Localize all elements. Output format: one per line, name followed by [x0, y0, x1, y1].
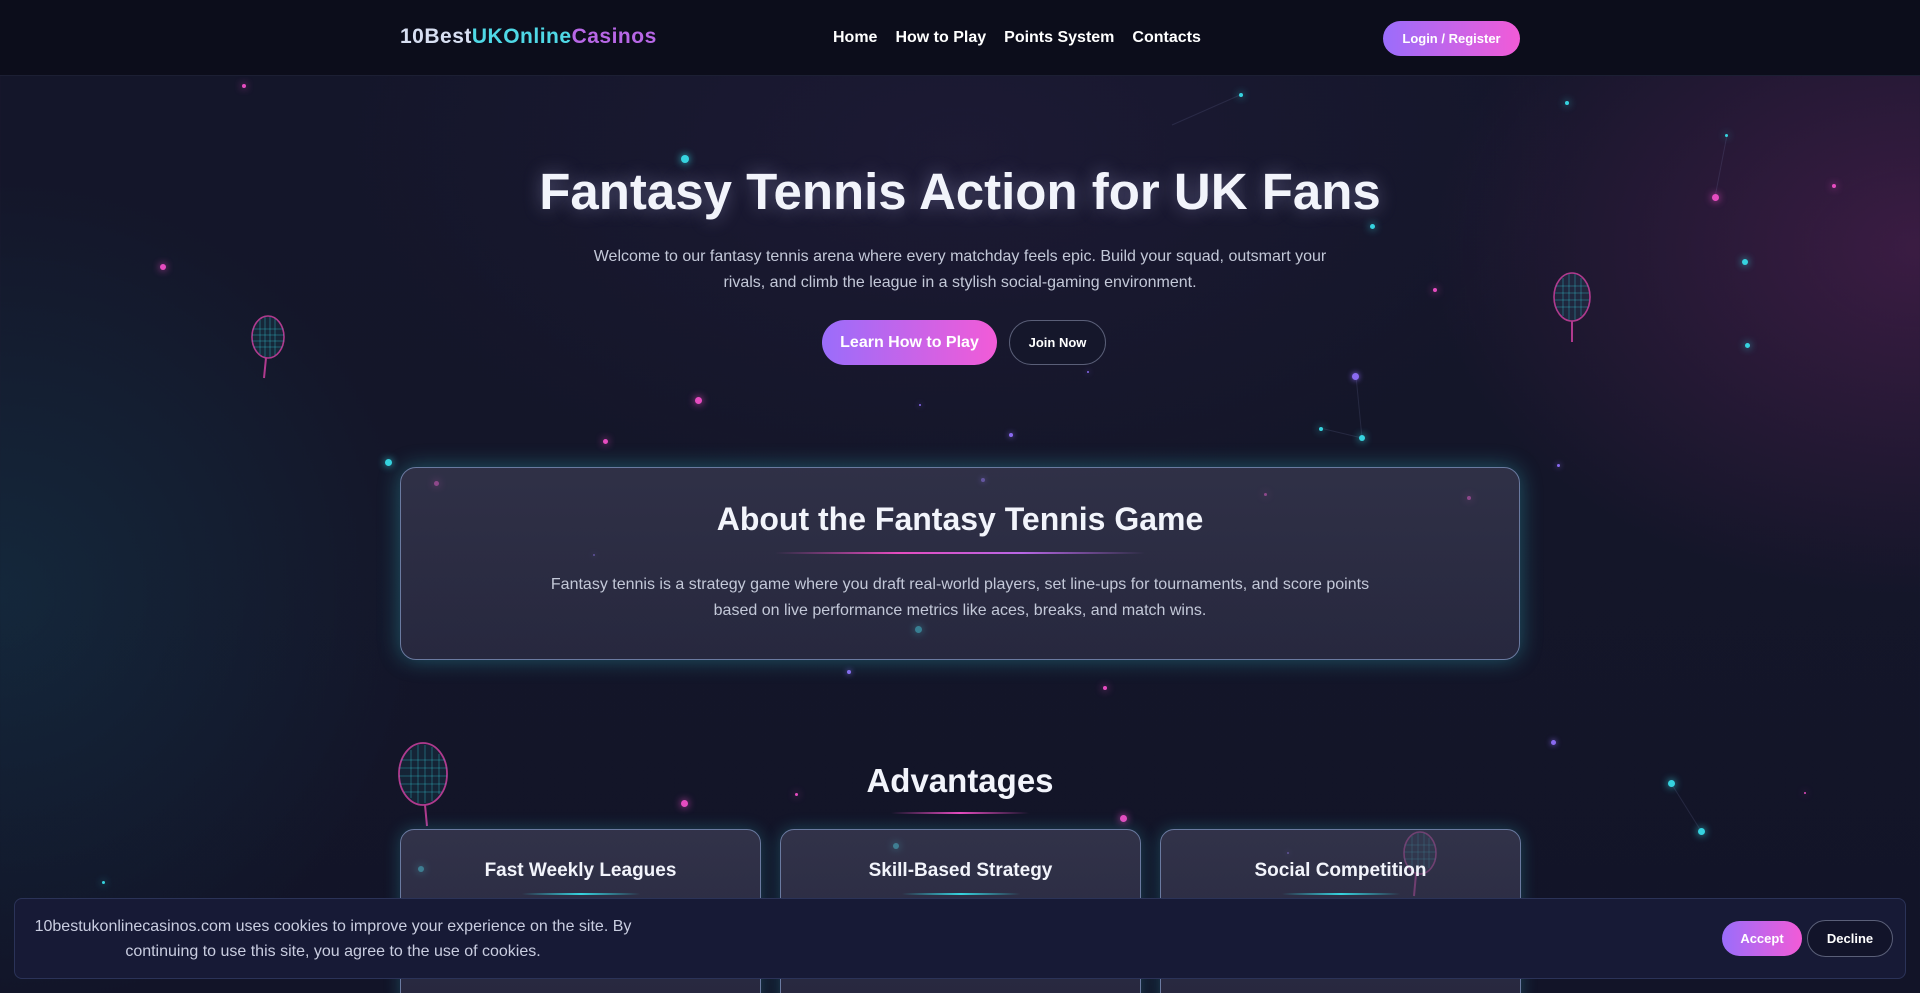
about-divider [775, 552, 1145, 554]
hero-title: Fantasy Tennis Action for UK Fans [539, 163, 1381, 220]
about-card: About the Fantasy Tennis Game Fantasy te… [400, 467, 1520, 660]
login-register-button[interactable]: Login / Register [1383, 21, 1520, 56]
hero-actions: Learn How to Play Join Now [0, 320, 1920, 365]
accept-cookies-button[interactable]: Accept [1722, 921, 1802, 956]
nav-how-to-play[interactable]: How to Play [895, 28, 986, 48]
advantage-card-divider [901, 893, 1020, 895]
cookie-text: 10bestukonlinecasinos.com uses cookies t… [34, 918, 632, 960]
decline-cookies-button[interactable]: Decline [1807, 920, 1893, 957]
logo-part-1: 10Best [400, 25, 472, 48]
hero-section: Fantasy Tennis Action for UK Fans Welcom… [0, 160, 1920, 365]
site-header: 10BestUKOnlineCasinos Home How to Play P… [0, 0, 1920, 76]
join-now-button[interactable]: Join Now [1009, 320, 1106, 365]
nav-home[interactable]: Home [833, 28, 877, 48]
nav-points-system[interactable]: Points System [1004, 28, 1114, 48]
advantages-title: Advantages [866, 762, 1054, 799]
learn-how-to-play-button[interactable]: Learn How to Play [822, 320, 997, 365]
advantage-card-title: Social Competition [1254, 860, 1427, 881]
advantage-card-divider [521, 893, 640, 895]
cookie-banner: 10bestukonlinecasinos.com uses cookies t… [14, 898, 1906, 979]
site-logo[interactable]: 10BestUKOnlineCasinos [400, 25, 657, 49]
about-text: Fantasy tennis is a strategy game where … [550, 576, 1370, 619]
advantage-card-title: Fast Weekly Leagues [484, 860, 677, 881]
advantage-card-divider [1281, 893, 1400, 895]
logo-part-3: Casinos [571, 25, 657, 48]
logo-part-2: UKOnline [471, 25, 572, 48]
nav-contacts[interactable]: Contacts [1132, 28, 1200, 48]
advantage-card-title: Skill-Based Strategy [868, 860, 1053, 881]
main-nav: Home How to Play Points System Contacts [833, 28, 1201, 48]
advantages-divider [891, 812, 1029, 814]
about-title: About the Fantasy Tennis Game [716, 501, 1204, 537]
hero-subtitle: Welcome to our fantasy tennis arena wher… [593, 248, 1327, 291]
